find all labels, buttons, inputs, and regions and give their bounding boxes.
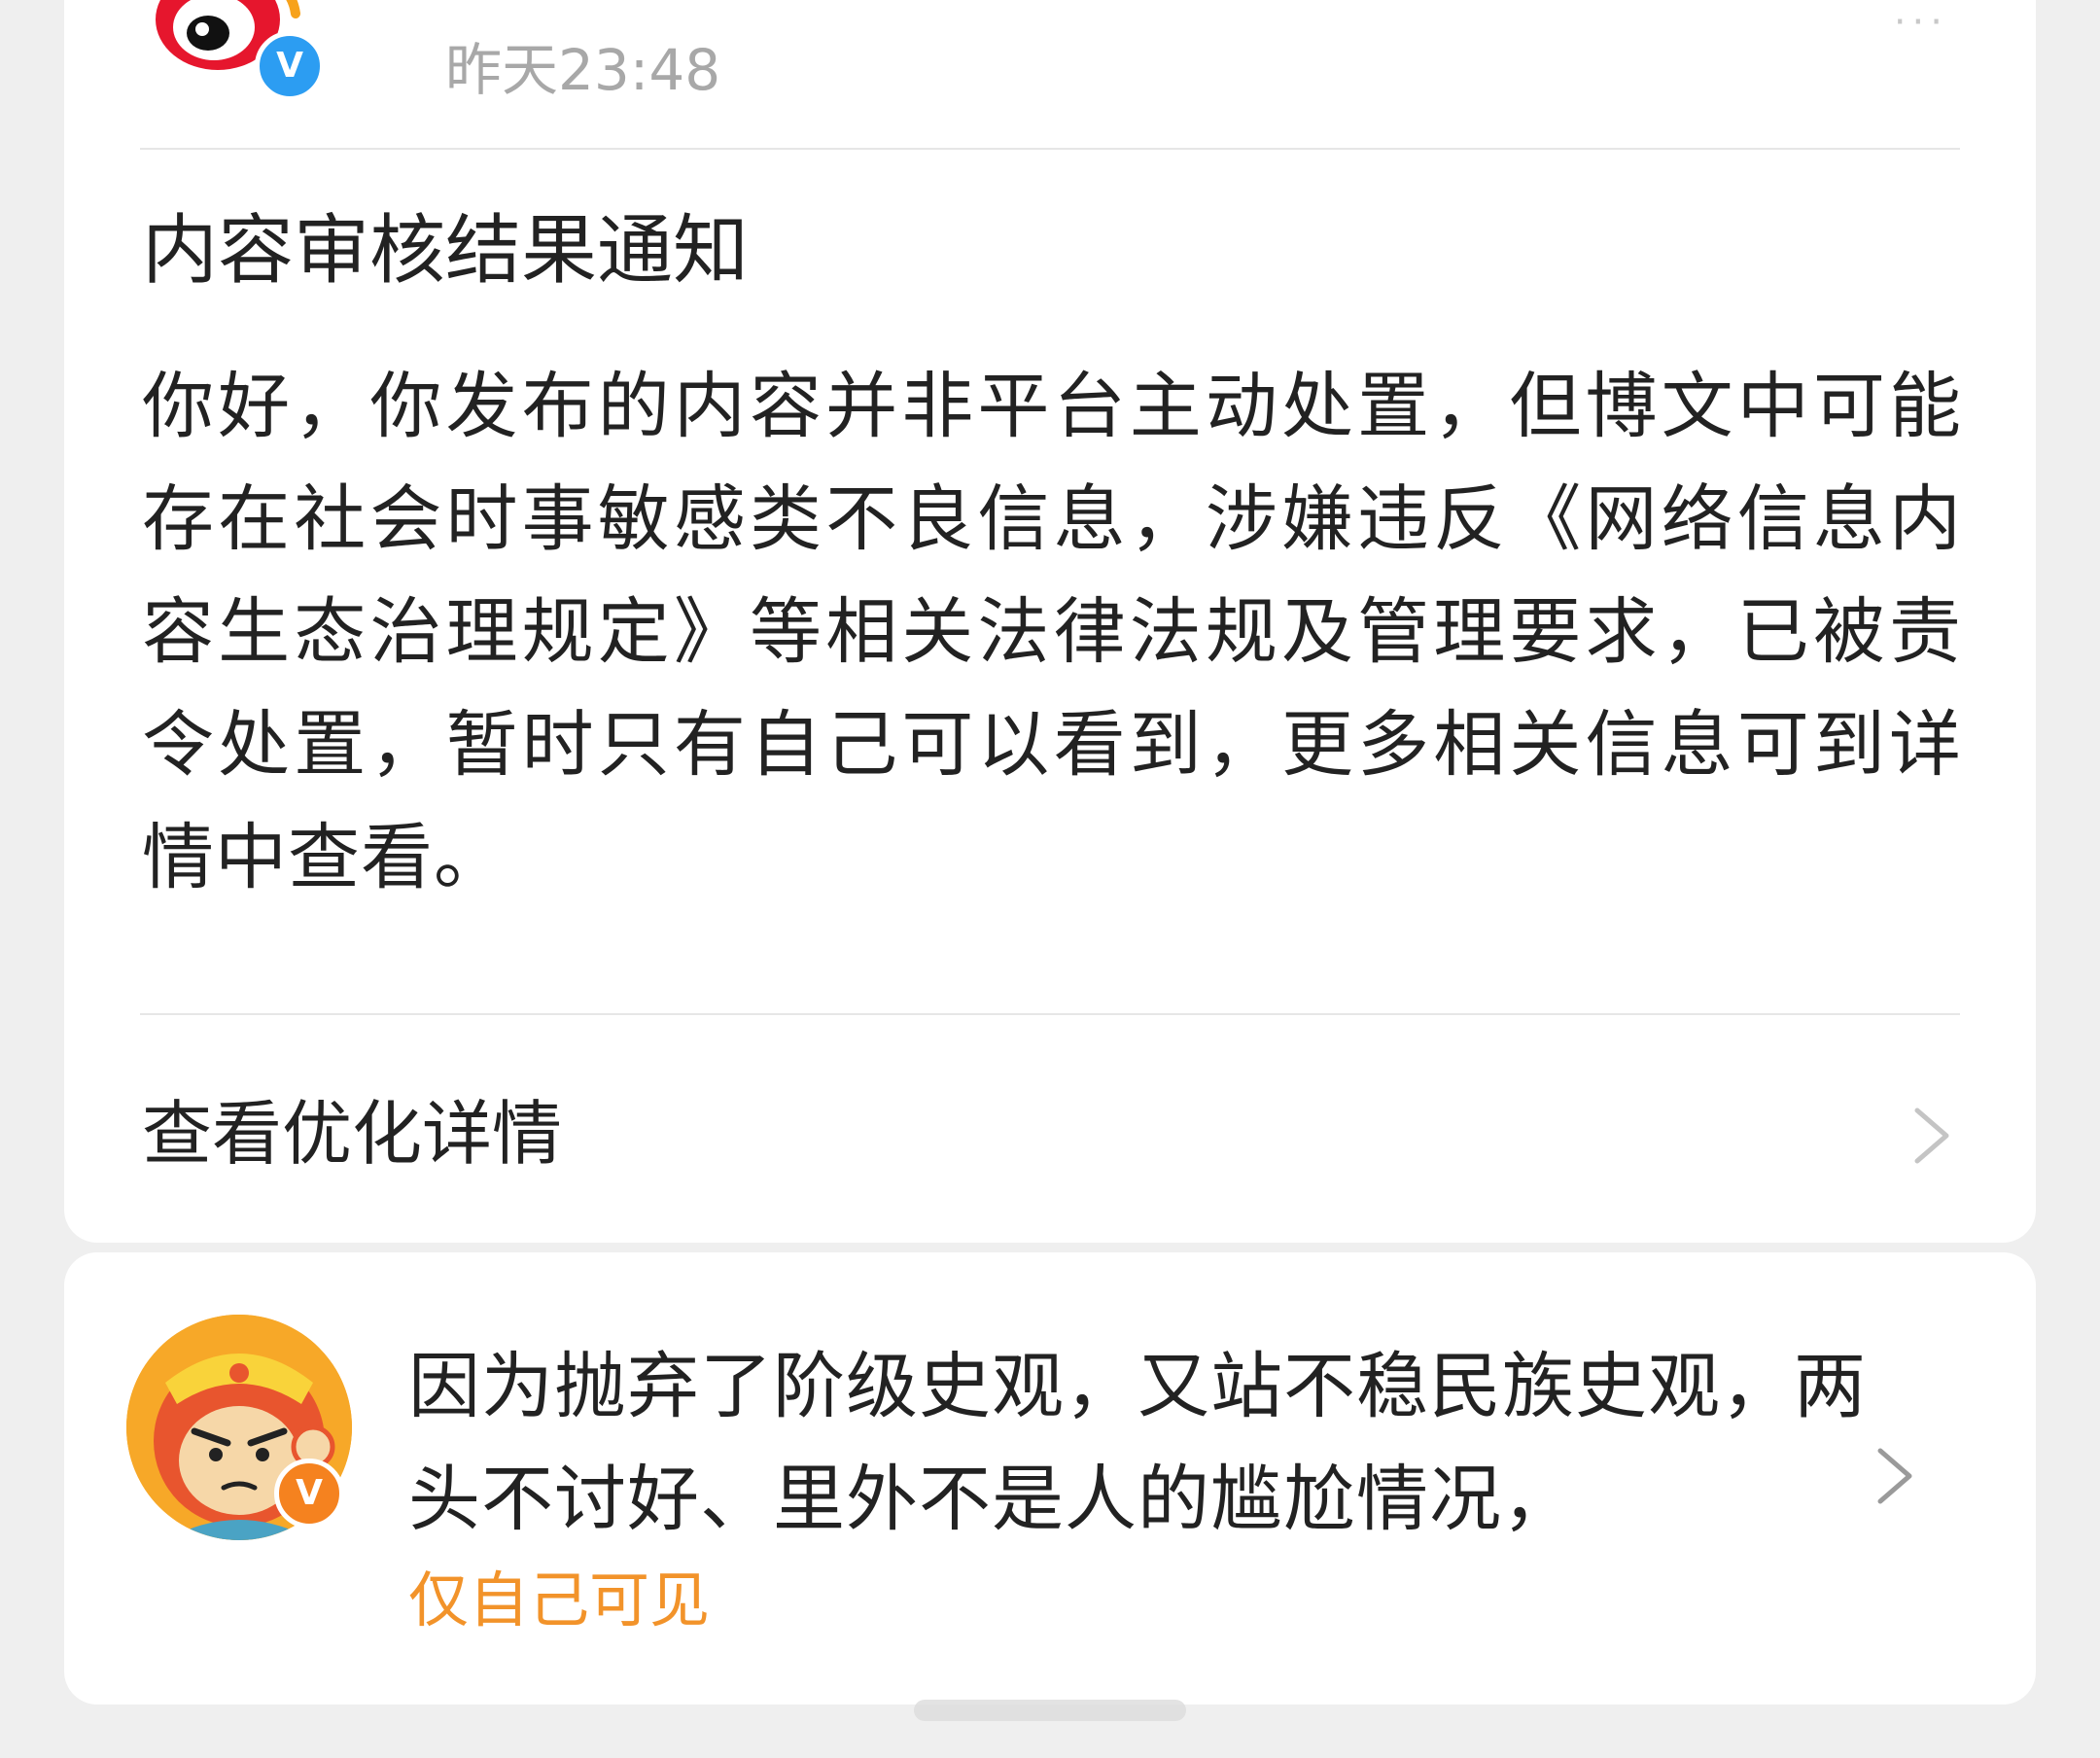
message-timestamp: 昨天23:48 [445, 37, 721, 103]
chevron-right-icon [1909, 1107, 1954, 1165]
divider [140, 148, 1960, 150]
visibility-status: 仅自己可见 [408, 1565, 711, 1635]
review-notice-card: V 昨天23:48 ··· 内容审核结果通知 你好，你发布的内容并非平台主动处置… [64, 0, 2036, 1243]
home-indicator [914, 1700, 1186, 1721]
post-preview-card[interactable]: V 因为抛弃了阶级史观，又站不稳民族史观，两头不讨好、里外不是人的尴尬情况， 仅… [64, 1252, 2036, 1705]
post-excerpt: 因为抛弃了阶级史观，又站不稳民族史观，两头不讨好、里外不是人的尴尬情况， [408, 1345, 1867, 1541]
view-optimization-details-link[interactable]: 查看优化详情 [64, 1015, 2036, 1243]
more-options-icon[interactable]: ··· [1894, 0, 1948, 45]
view-details-label: 查看优化详情 [142, 1093, 563, 1175]
chevron-right-icon [1872, 1447, 1917, 1505]
verified-badge-icon: V [274, 1459, 344, 1529]
notice-body: 你好，你发布的内容并非平台主动处置，但博文中可能存在社会时事敏感类不良信息，涉嫌… [142, 365, 1962, 899]
notice-title: 内容审核结果通知 [142, 207, 750, 295]
verified-badge-icon: V [255, 31, 325, 101]
